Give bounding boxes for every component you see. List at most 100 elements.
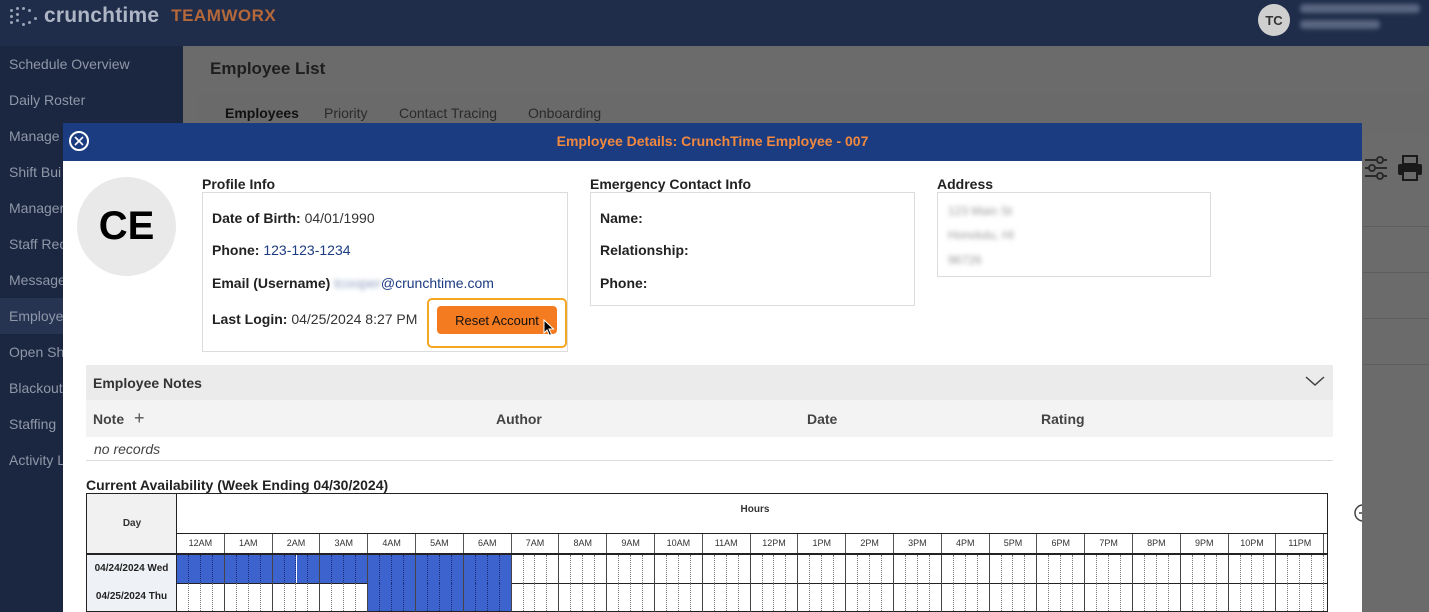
availability-cell[interactable] xyxy=(332,555,345,583)
availability-cell[interactable] xyxy=(715,555,727,583)
availability-cell[interactable] xyxy=(380,583,393,611)
availability-cell[interactable] xyxy=(655,583,667,611)
availability-cell[interactable] xyxy=(225,583,237,611)
availability-cell[interactable] xyxy=(1241,555,1253,583)
availability-cell[interactable] xyxy=(631,555,644,583)
availability-cell[interactable] xyxy=(1049,583,1062,611)
availability-cell[interactable] xyxy=(392,583,405,611)
sidebar-item-staffing[interactable]: Staffing xyxy=(9,416,56,432)
availability-cell[interactable] xyxy=(1097,583,1110,611)
col-rating[interactable]: Rating xyxy=(1041,411,1085,427)
availability-cell[interactable] xyxy=(1276,555,1289,583)
availability-cell[interactable] xyxy=(284,555,297,583)
col-date[interactable]: Date xyxy=(807,411,837,427)
availability-cell[interactable] xyxy=(1205,583,1217,611)
availability-cell[interactable] xyxy=(248,555,261,583)
tab-employees[interactable]: Employees xyxy=(225,105,299,121)
availability-cell[interactable] xyxy=(763,583,775,611)
availability-cell[interactable] xyxy=(524,555,536,583)
availability-cell[interactable] xyxy=(810,555,823,583)
availability-cell[interactable] xyxy=(201,583,213,611)
tab-contact-tracing[interactable]: Contact Tracing xyxy=(399,105,497,121)
availability-cell[interactable] xyxy=(751,555,763,583)
availability-cell[interactable] xyxy=(1037,583,1050,611)
availability-cell[interactable] xyxy=(224,555,237,583)
availability-cell[interactable] xyxy=(798,583,811,611)
sidebar-item-schedule-overview[interactable]: Schedule Overview xyxy=(9,56,130,72)
availability-cell[interactable] xyxy=(775,583,787,611)
availability-cell[interactable] xyxy=(679,555,691,583)
availability-cell[interactable] xyxy=(559,583,572,611)
availability-cell[interactable] xyxy=(524,583,536,611)
availability-cell[interactable] xyxy=(1205,555,1217,583)
availability-cell[interactable] xyxy=(1157,555,1169,583)
availability-cell[interactable] xyxy=(631,583,644,611)
availability-cell[interactable] xyxy=(571,583,584,611)
sidebar-item-messages[interactable]: Message xyxy=(9,272,66,288)
availability-cell[interactable] xyxy=(763,555,775,583)
availability-cell[interactable] xyxy=(200,555,213,583)
availability-cell[interactable] xyxy=(1014,583,1026,611)
availability-cell[interactable] xyxy=(368,583,381,611)
availability-cell[interactable] xyxy=(1241,583,1253,611)
availability-cell[interactable] xyxy=(1181,555,1193,583)
availability-cell[interactable] xyxy=(822,583,835,611)
availability-cell[interactable] xyxy=(487,583,500,611)
tab-onboarding[interactable]: Onboarding xyxy=(528,105,601,121)
availability-cell[interactable] xyxy=(667,583,679,611)
availability-cell[interactable] xyxy=(1253,583,1265,611)
availability-cell[interactable] xyxy=(667,555,679,583)
availability-cell[interactable] xyxy=(703,583,715,611)
filter-settings-icon[interactable] xyxy=(1363,154,1389,187)
availability-cell[interactable] xyxy=(1014,555,1026,583)
col-author[interactable]: Author xyxy=(496,411,542,427)
crunchtime-logo[interactable]: crunchtime TEAMWORX xyxy=(8,4,276,28)
availability-cell[interactable] xyxy=(559,555,572,583)
availability-cell[interactable] xyxy=(954,555,966,583)
availability-cell[interactable] xyxy=(236,555,249,583)
availability-cell[interactable] xyxy=(918,583,930,611)
availability-cell[interactable] xyxy=(870,583,883,611)
sidebar-item-open-shifts[interactable]: Open Sh xyxy=(9,344,64,360)
availability-cell[interactable] xyxy=(463,583,476,611)
phone-link[interactable]: 123-123-1234 xyxy=(263,242,350,258)
availability-cell[interactable] xyxy=(870,555,883,583)
availability-cell[interactable] xyxy=(188,555,201,583)
availability-cell[interactable] xyxy=(1300,583,1313,611)
user-info[interactable] xyxy=(1300,4,1425,36)
availability-cell[interactable] xyxy=(906,583,918,611)
availability-cell[interactable] xyxy=(475,583,488,611)
availability-cell[interactable] xyxy=(512,583,524,611)
availability-cell[interactable] xyxy=(583,583,596,611)
tab-priority[interactable]: Priority xyxy=(324,105,368,121)
availability-cell[interactable] xyxy=(512,555,524,583)
availability-cell[interactable] xyxy=(619,555,632,583)
zoom-in-icon[interactable] xyxy=(1352,502,1362,535)
availability-cell[interactable] xyxy=(1253,555,1265,583)
col-note[interactable]: Note xyxy=(93,411,124,427)
sidebar-item-activity-log[interactable]: Activity L xyxy=(9,452,65,468)
availability-cell[interactable] xyxy=(655,555,667,583)
availability-cell[interactable] xyxy=(954,583,966,611)
availability-cell[interactable] xyxy=(942,555,954,583)
availability-cell[interactable] xyxy=(619,583,632,611)
availability-cell[interactable] xyxy=(679,583,691,611)
availability-cell[interactable] xyxy=(536,583,548,611)
sidebar-item-blackout[interactable]: Blackout xyxy=(9,380,63,396)
availability-cell[interactable] xyxy=(1276,583,1289,611)
availability-cell[interactable] xyxy=(320,583,333,611)
availability-cell[interactable] xyxy=(427,583,440,611)
availability-cell[interactable] xyxy=(1229,555,1241,583)
sidebar-item-staff-requests[interactable]: Staff Rec xyxy=(9,236,66,252)
availability-cell[interactable] xyxy=(320,555,333,583)
availability-cell[interactable] xyxy=(942,583,954,611)
availability-cell[interactable] xyxy=(1193,555,1205,583)
availability-cell[interactable] xyxy=(189,583,201,611)
availability-cell[interactable] xyxy=(439,583,452,611)
availability-cell[interactable] xyxy=(798,555,811,583)
availability-cell[interactable] xyxy=(727,583,739,611)
availability-cell[interactable] xyxy=(1288,583,1301,611)
availability-cell[interactable] xyxy=(1312,583,1325,611)
add-note-icon[interactable]: + xyxy=(134,408,145,429)
availability-cell[interactable] xyxy=(1288,555,1301,583)
